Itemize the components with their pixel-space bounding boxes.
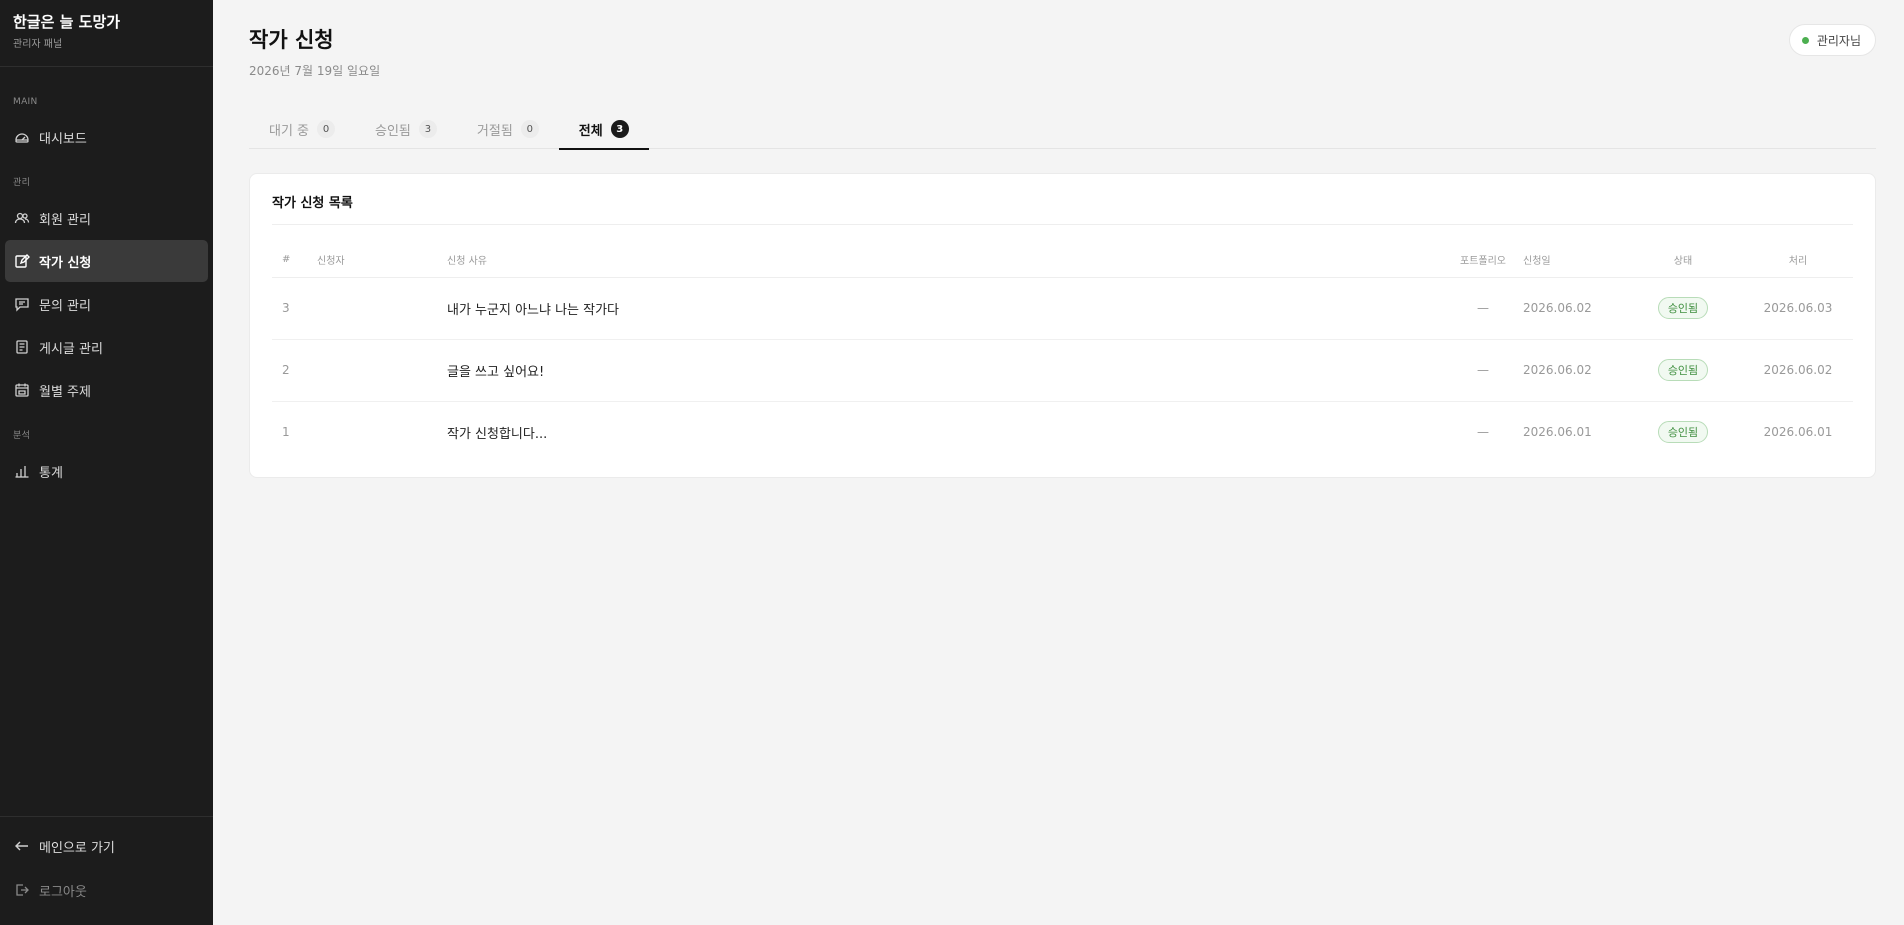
tab-count-badge: 0 (520, 120, 539, 138)
sidebar-item-stats[interactable]: 통계 (5, 450, 208, 492)
sidebar-item-author-apply[interactable]: 작가 신청 (5, 240, 208, 282)
sidebar-item-monthly-topic[interactable]: 월별 주제 (5, 369, 208, 411)
row-number: 1 (282, 425, 290, 440)
row-applicant (317, 401, 447, 463)
dashboard-icon (14, 129, 30, 145)
row-processed: 2026.06.03 (1743, 277, 1853, 340)
row-reason: 내가 누군지 아느냐 나는 작가다 (447, 277, 1443, 340)
sidebar-item-label: 대시보드 (39, 131, 87, 147)
column-header-reason: 신청 사유 (447, 243, 1443, 278)
brand: 한글은 늘 도망가 관리자 패널 (0, 0, 213, 67)
table-row[interactable]: 1 작가 신청합니다... — 2026.06.01 승인됨 2026.06.0… (272, 401, 1853, 463)
sidebar-item-label: 월별 주제 (39, 384, 91, 400)
users-icon (14, 210, 30, 226)
card-title: 작가 신청 목록 (272, 192, 1853, 225)
row-applicant (317, 277, 447, 340)
column-header-portfolio: 포트폴리오 (1443, 243, 1523, 278)
applications-table: # 신청자 신청 사유 포트폴리오 신청일 상태 처리 3 내가 누군지 아느냐… (272, 243, 1853, 463)
logout-label: 로그아웃 (39, 884, 87, 900)
row-portfolio: — (1477, 425, 1489, 440)
row-portfolio: — (1443, 339, 1523, 402)
logout-button[interactable]: 로그아웃 (0, 875, 213, 905)
sidebar-item-label: 통계 (39, 465, 63, 481)
status-badge: 승인됨 (1657, 359, 1709, 381)
online-status-dot (1801, 36, 1809, 44)
row-status-cell: 승인됨 (1623, 339, 1743, 402)
go-main-link[interactable]: 메인으로 가기 (0, 831, 213, 861)
sidebar-item-label: 회원 관리 (39, 212, 91, 228)
tab-all[interactable]: 전체 3 (558, 109, 649, 150)
section-label-analytics: 분석 (13, 431, 31, 441)
document-icon (14, 339, 30, 355)
sidebar: 한글은 늘 도망가 관리자 패널 MAIN 대시보드 관리 회원 관리 작가 신… (0, 0, 213, 925)
edit-icon (14, 253, 30, 269)
row-status-cell: 승인됨 (1623, 277, 1743, 340)
tab-pending[interactable]: 대기 중 0 (249, 109, 355, 149)
sidebar-item-label: 작가 신청 (39, 255, 92, 271)
row-applicant (317, 339, 447, 402)
status-tabs: 대기 중 0 승인됨 3 거절됨 0 전체 3 (249, 109, 1876, 150)
table-row[interactable]: 3 내가 누군지 아느냐 나는 작가다 — 2026.06.02 승인됨 202… (272, 277, 1853, 340)
page-date: 2026년 7월 19일 일요일 (249, 64, 381, 78)
sidebar-item-posts[interactable]: 게시글 관리 (5, 326, 208, 368)
sidebar-nav: MAIN 대시보드 관리 회원 관리 작가 신청 문의 관리 게시글 관리 월별… (0, 67, 213, 816)
sidebar-item-inquiries[interactable]: 문의 관리 (5, 283, 208, 325)
row-number: 3 (272, 277, 317, 340)
row-status-cell: 승인됨 (1623, 401, 1743, 463)
tab-label: 승인됨 (375, 123, 411, 139)
tab-count-badge: 0 (317, 120, 336, 138)
row-number: 2 (272, 339, 317, 402)
tab-count-badge: 3 (610, 120, 629, 138)
main-content: 작가 신청 2026년 7월 19일 일요일 관리자님 대기 중 0 승인됨 3… (213, 0, 1904, 925)
table-header-row: # 신청자 신청 사유 포트폴리오 신청일 상태 처리 (272, 243, 1853, 278)
row-reason: 글을 쓰고 싶어요! (447, 339, 1443, 402)
row-date: 2026.06.02 (1523, 277, 1623, 340)
column-header-status: 상태 (1623, 243, 1743, 278)
applications-card: 작가 신청 목록 # 신청자 신청 사유 포트폴리오 신청일 상태 처리 3 내… (249, 173, 1876, 478)
tab-label: 거절됨 (476, 123, 513, 139)
sidebar-item-members[interactable]: 회원 관리 (5, 197, 208, 239)
section-label-manage: 관리 (13, 178, 31, 188)
arrow-left-icon (14, 838, 30, 854)
section-label-main: MAIN (13, 97, 38, 107)
table-row[interactable]: 2 글을 쓰고 싶어요! — 2026.06.02 승인됨 2026.06.02 (272, 339, 1853, 402)
sidebar-item-label: 게시글 관리 (39, 341, 103, 357)
tab-label: 전체 (578, 123, 603, 139)
row-date: 2026.06.01 (1523, 425, 1592, 440)
row-date: 2026.06.02 (1523, 339, 1623, 402)
tab-approved[interactable]: 승인됨 3 (355, 109, 457, 149)
page-title: 작가 신청 (249, 28, 334, 52)
sidebar-item-label: 문의 관리 (39, 298, 91, 314)
tab-rejected[interactable]: 거절됨 0 (457, 109, 559, 149)
column-header-date: 신청일 (1523, 243, 1623, 278)
brand-title: 한글은 늘 도망가 (13, 13, 121, 31)
go-main-label: 메인으로 가기 (39, 840, 115, 856)
column-header-number: # (272, 243, 317, 278)
status-badge: 승인됨 (1657, 421, 1709, 444)
message-icon (14, 296, 30, 312)
row-processed: 2026.06.02 (1743, 339, 1853, 402)
row-portfolio: — (1443, 277, 1523, 340)
admin-label: 관리자님 (1816, 33, 1861, 48)
bar-chart-icon (14, 463, 30, 479)
admin-badge[interactable]: 관리자님 (1788, 24, 1876, 56)
logout-icon (14, 882, 30, 898)
column-header-processed: 처리 (1743, 243, 1853, 278)
calendar-icon (14, 382, 30, 398)
tab-label: 대기 중 (269, 123, 310, 139)
tab-count-badge: 3 (418, 120, 437, 138)
sidebar-footer: 메인으로 가기 로그아웃 (0, 816, 213, 925)
status-badge: 승인됨 (1657, 297, 1709, 319)
sidebar-item-dashboard[interactable]: 대시보드 (5, 116, 208, 158)
column-header-applicant: 신청자 (317, 243, 447, 278)
brand-subtitle: 관리자 패널 (13, 39, 63, 50)
row-reason: 작가 신청합니다... (447, 426, 548, 442)
row-processed: 2026.06.01 (1763, 425, 1833, 440)
